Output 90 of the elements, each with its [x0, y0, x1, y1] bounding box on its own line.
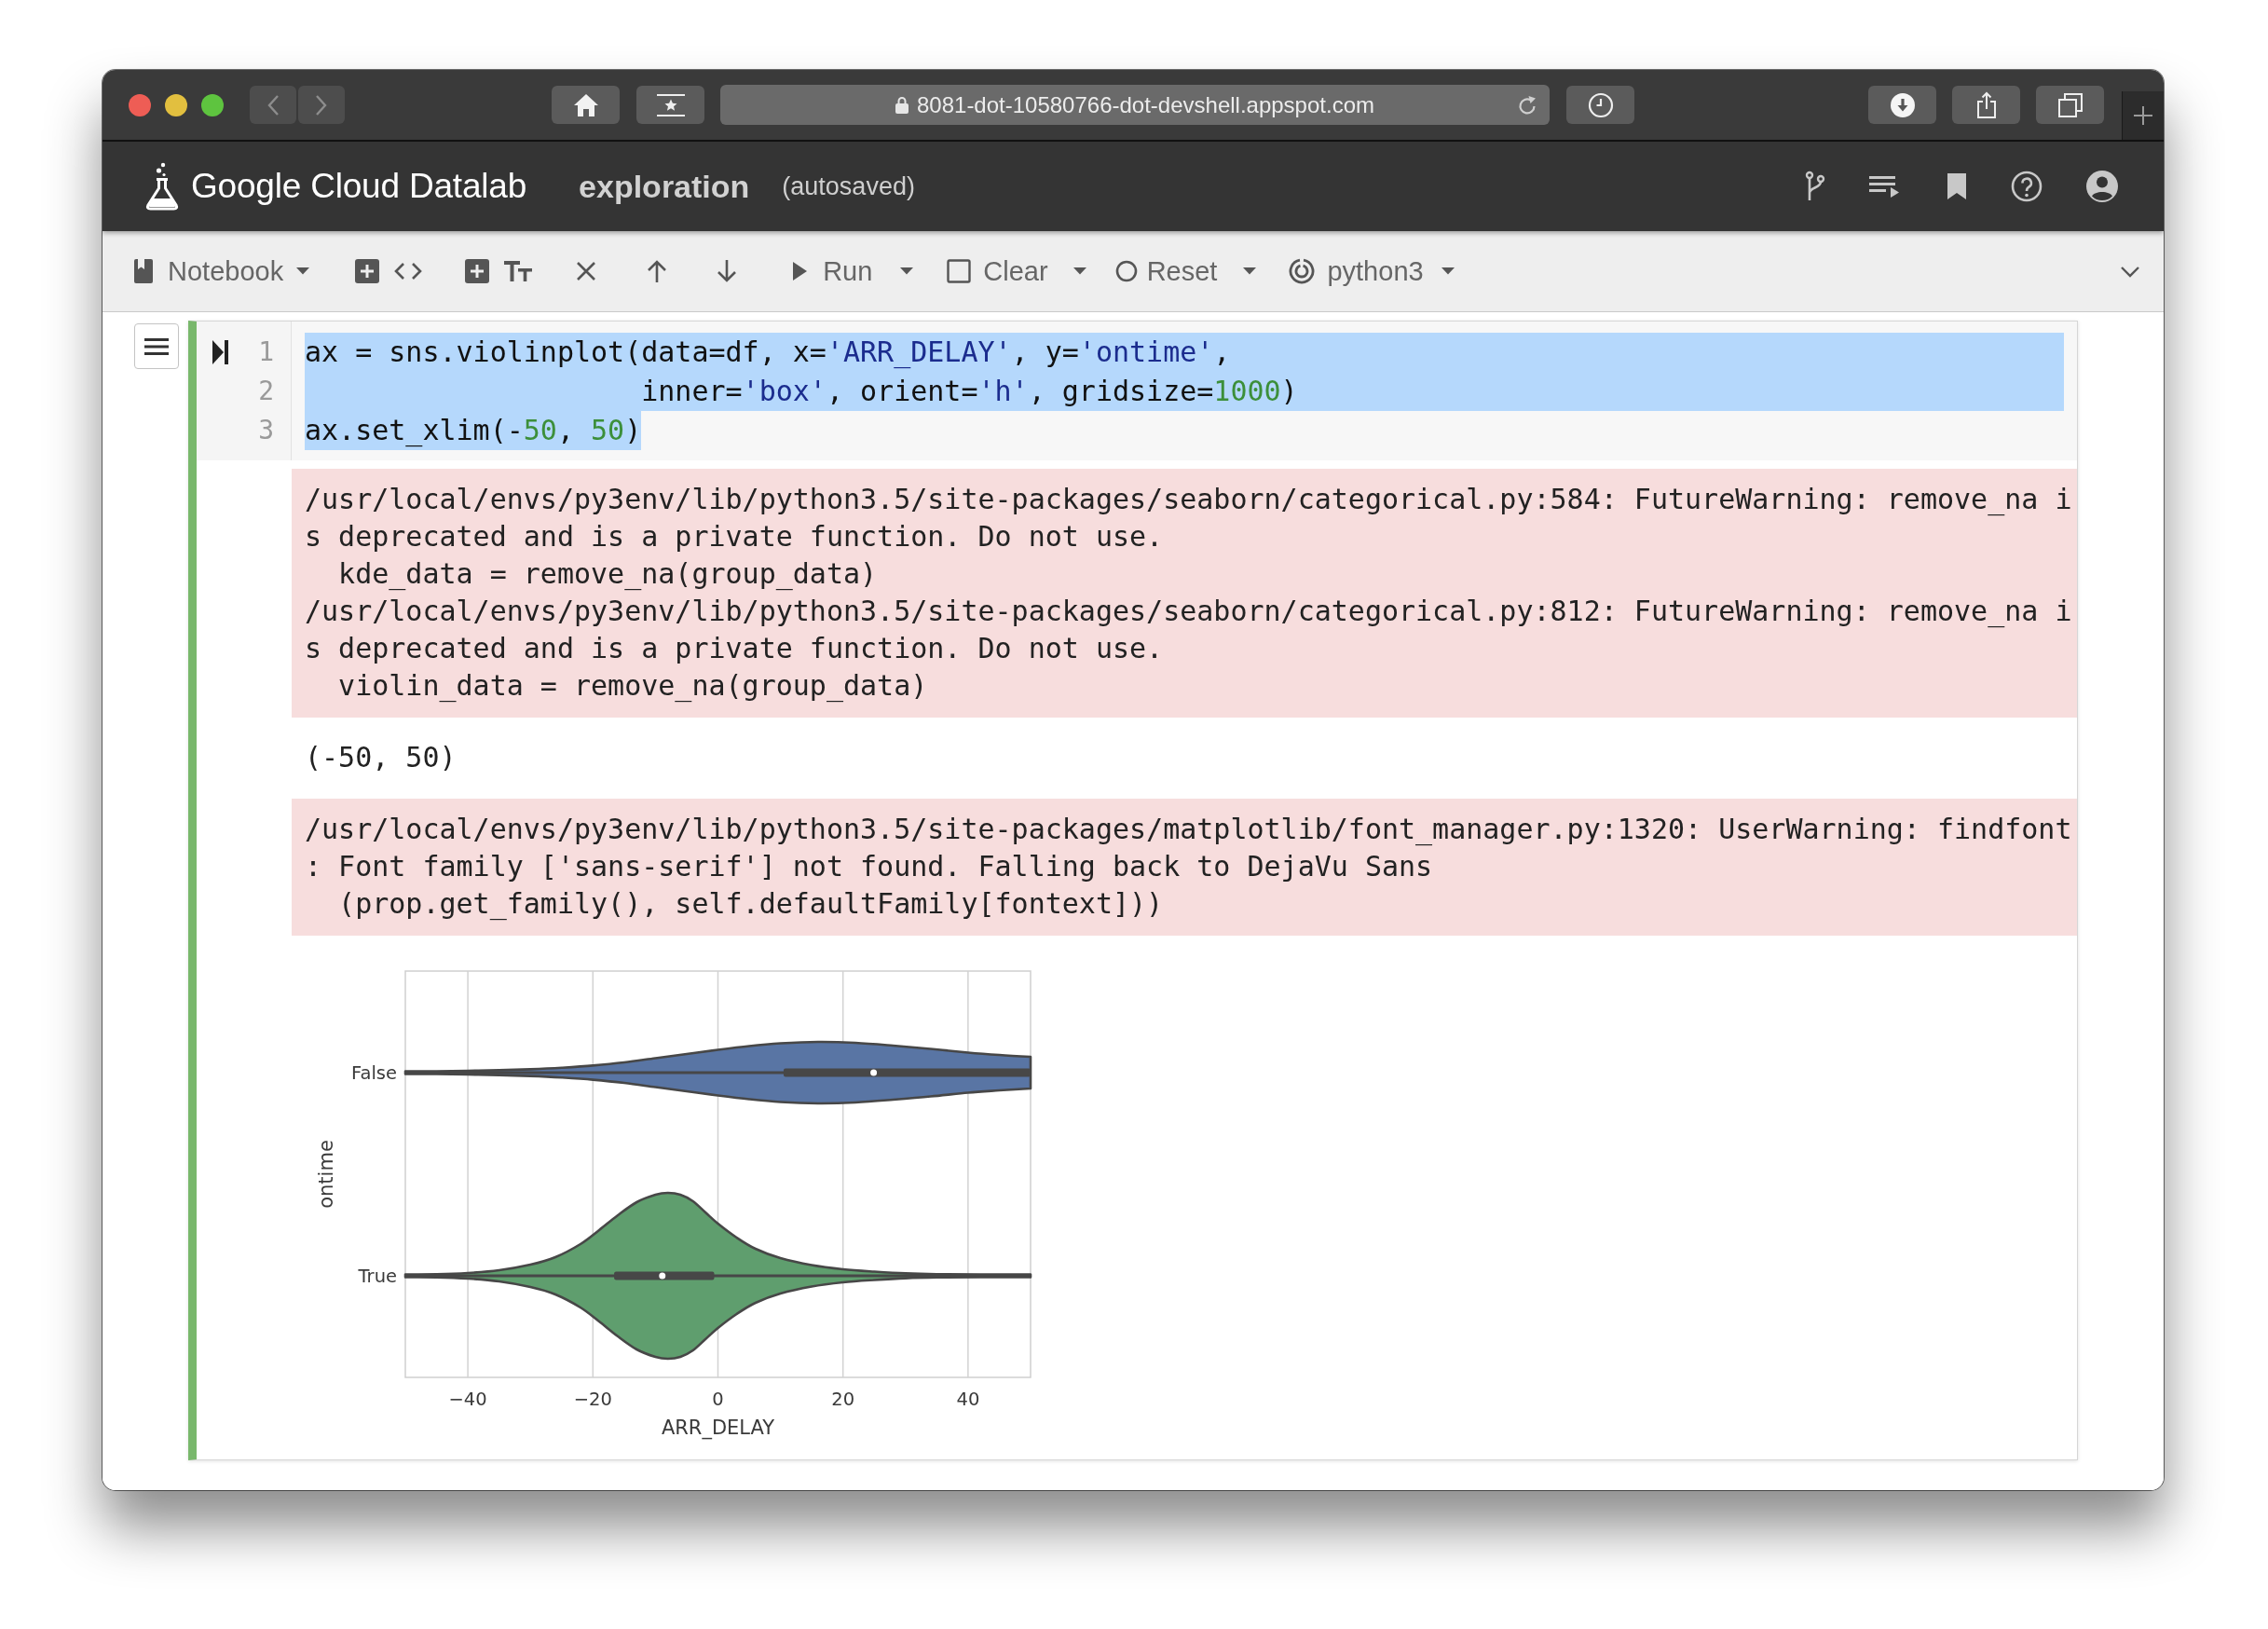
x-tick-label: 20 [831, 1389, 855, 1410]
warning-line: /usr/local/envs/py3env/lib/python3.5/site-packages/matplotlib/font_manager.py:1320: UserWarning: findfont [305, 812, 2072, 848]
warning-line: /usr/local/envs/py3env/lib/python3.5/site-packages/seaborn/categorical.py:812: FutureWarning: remove_na i [305, 594, 2072, 630]
x-tick-label: 40 [956, 1389, 980, 1410]
kernel-button[interactable]: python3 [1289, 255, 1455, 287]
x-axis-label: ARR_DELAY [661, 1417, 775, 1439]
menu-button[interactable] [134, 323, 179, 369]
caret-icon [900, 267, 914, 275]
move-down-button[interactable] [717, 259, 738, 283]
chevron-down-icon[interactable] [2120, 265, 2140, 278]
plus-square-icon [465, 259, 490, 283]
close-button[interactable] [129, 93, 151, 116]
line-number: 3 [257, 414, 274, 447]
add-text-cell-button[interactable] [465, 259, 533, 283]
clock-icon [1587, 91, 1614, 118]
circle-icon [1114, 260, 1138, 282]
add-code-cell-button[interactable] [355, 259, 423, 283]
account-icon[interactable] [2086, 171, 2118, 202]
caret-icon [1441, 267, 1455, 275]
address-field[interactable]: 8081-dot-10580766-dot-devshell.appspot.com [720, 85, 1550, 125]
url-text: 8081-dot-10580766-dot-devshell.appspot.com [917, 91, 1374, 118]
bookmark-icon[interactable] [1947, 172, 1967, 200]
star-icon [656, 93, 685, 116]
forward-button[interactable] [298, 86, 345, 124]
warning-line: kde_data = remove_na(group_data) [337, 556, 878, 593]
clear-button[interactable]: Clear [947, 255, 1086, 287]
text-format-icon [504, 261, 533, 281]
notebook-title[interactable]: exploration [579, 168, 750, 205]
brand-name: Google Cloud Datalab [191, 167, 527, 206]
ring-icon [1289, 258, 1316, 284]
code-editor[interactable]: 1 2 3 ax = sns.violinplot(data=df, x='ARR_DELAY', y='ontime', inner='box', orient='h', gridsize=1000) ax.set_xlim(-50, 50) [197, 322, 2077, 460]
warning-line: violin_data = remove_na(group_data) [337, 668, 928, 705]
tab-overview-button[interactable] [2036, 86, 2104, 124]
run-button[interactable]: Run [793, 255, 914, 287]
cross-icon [576, 261, 597, 281]
history-button[interactable] [1566, 86, 1634, 124]
home-icon [572, 92, 599, 117]
y-tick-label: False [351, 1062, 397, 1084]
play-icon [793, 262, 808, 281]
x-tick-label: 0 [712, 1389, 724, 1410]
download-icon [1889, 91, 1916, 118]
share-button[interactable] [1952, 86, 2020, 124]
play-step-icon[interactable] [212, 340, 228, 364]
downloads-button[interactable] [1868, 86, 1936, 124]
chevron-left-icon [266, 93, 280, 116]
branch-icon[interactable] [1805, 171, 1825, 202]
back-button[interactable] [250, 86, 296, 124]
code-cell[interactable] [188, 321, 2078, 1460]
notebook-menu-button[interactable]: Notebook [134, 255, 310, 287]
help-icon[interactable] [2011, 171, 2043, 202]
save-status: (autosaved) [782, 171, 915, 201]
zoom-button[interactable] [201, 93, 224, 116]
delete-cell-button[interactable] [576, 261, 597, 281]
home-button[interactable] [552, 86, 620, 124]
caret-icon [1243, 267, 1257, 275]
flask-icon [144, 162, 180, 211]
warning-line: (prop.get_family(), self.defaultFamily[fontext])) [337, 886, 1164, 923]
arrow-down-icon [717, 259, 738, 283]
code-icon [394, 262, 423, 281]
warning-line: s deprecated and is a private function. Do not use. [305, 631, 1164, 666]
y-tick-label: True [358, 1266, 397, 1287]
plus-icon [2133, 105, 2153, 126]
reload-icon[interactable] [1516, 93, 1538, 116]
caret-icon [1073, 267, 1086, 275]
median-dot [870, 1069, 878, 1076]
caret-icon [296, 267, 310, 275]
reset-button[interactable]: Reset [1114, 255, 1257, 287]
bookmarks-button[interactable] [636, 86, 704, 124]
chevron-right-icon [315, 93, 328, 116]
tabs-icon [2057, 92, 2083, 117]
new-tab-button[interactable] [2122, 91, 2164, 140]
x-tick-label: −40 [448, 1389, 487, 1410]
minimize-button[interactable] [165, 93, 187, 116]
notebook-icon [134, 259, 153, 283]
share-icon [1975, 90, 1997, 119]
warning-line: : Font family ['sans-serif'] not found. Falling back to DejaVu Sans [305, 849, 1433, 884]
result-text: (-50, 50) [305, 740, 457, 775]
y-axis-label: ontime [315, 1140, 337, 1209]
plus-square-icon [355, 259, 380, 283]
menu-icon [144, 337, 169, 355]
line-number: 2 [257, 375, 274, 408]
square-icon [947, 259, 972, 283]
warning-line: s deprecated and is a private function. Do not use. [305, 519, 1164, 554]
arrow-up-icon [647, 259, 668, 283]
warning-line: /usr/local/envs/py3env/lib/python3.5/site-packages/seaborn/categorical.py:584: FutureWarning: remove_na i [305, 482, 2072, 518]
lock-icon [895, 96, 909, 114]
line-number: 1 [257, 335, 274, 369]
move-up-button[interactable] [647, 259, 668, 283]
median-dot [659, 1272, 666, 1280]
x-tick-label: −20 [573, 1389, 612, 1410]
